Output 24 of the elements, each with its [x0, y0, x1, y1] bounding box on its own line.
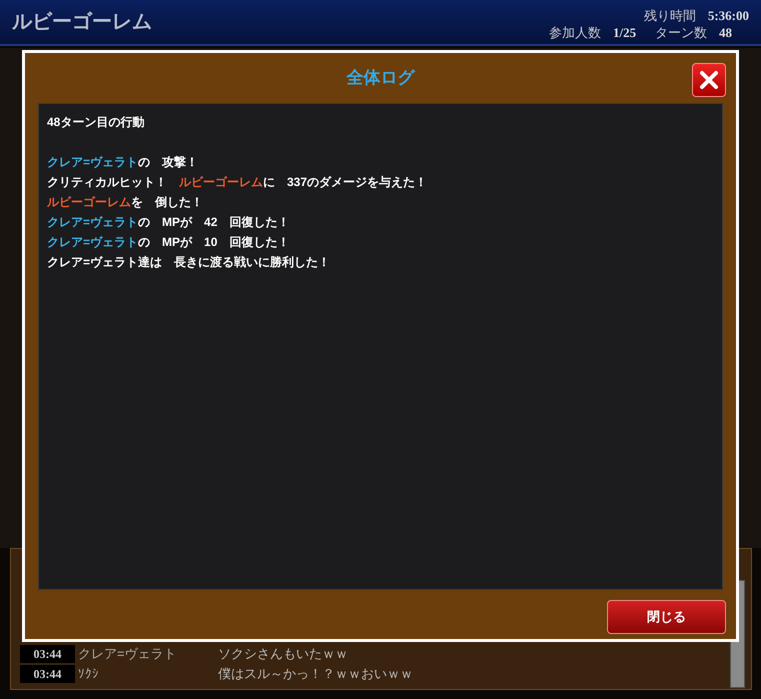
stat-value: 5:36:00 [708, 7, 749, 24]
stat-value: 48 [719, 24, 733, 41]
close-button[interactable] [692, 63, 726, 97]
chat-time: 03:44 [20, 645, 75, 663]
boss-title: ルビーゴーレム [12, 10, 152, 35]
chat-message: 僕はスル～かっ！？ｗｗおいｗｗ [218, 665, 413, 684]
log-heading: 48ターン目の行動 [47, 114, 146, 131]
stat-value: 1/25 [613, 24, 638, 41]
chat-name: ｿｸｼ [77, 665, 100, 684]
log-line: クレア=ヴェラト の MPが 10 回復した！ [47, 234, 290, 251]
stat-label: 参加人数 [549, 24, 601, 41]
close-icon [699, 70, 719, 90]
log-line: クレア=ヴェラト の MPが 42 回復した！ [47, 214, 290, 231]
log-line: クレア=ヴェラト の 攻撃！ [47, 154, 200, 171]
log-line: クリティカルヒット！ ルビーゴーレムに 337のダメージを与えた！ [47, 174, 428, 191]
chat-name: クレア=ヴェラト [77, 645, 178, 664]
dialog-title: 全体ログ [346, 67, 414, 90]
stat-label: 残り時間 [644, 7, 696, 24]
log-line: クレア=ヴェラト達は 長きに渡る戦いに勝利した！ [47, 254, 332, 271]
chat-message: ソクシさんもいたｗｗ [218, 645, 348, 664]
log-line: ルビーゴーレムを 倒した！ [47, 194, 204, 211]
chat-time: 03:44 [20, 665, 75, 683]
stat-label: ターン数 [655, 24, 707, 41]
close-button[interactable]: 閉じる [607, 600, 726, 634]
